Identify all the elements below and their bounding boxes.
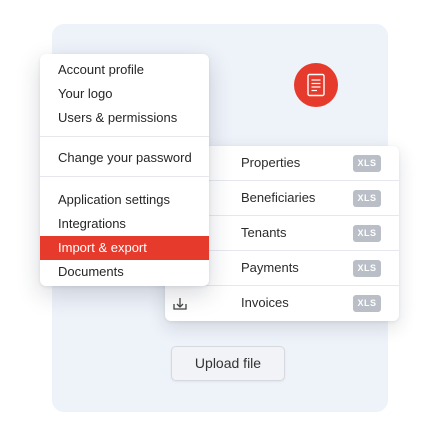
import-row-label: Beneficiaries — [241, 190, 316, 205]
menu-item-integrations[interactable]: Integrations — [40, 212, 209, 236]
import-row-label: Invoices — [241, 295, 289, 310]
import-row-label: Properties — [241, 155, 301, 170]
menu-item-change-password[interactable]: Change your password — [40, 146, 209, 170]
upload-file-button[interactable]: Upload file — [171, 346, 285, 381]
menu-divider — [40, 176, 209, 177]
xls-badge[interactable]: XLS — [353, 190, 381, 207]
xls-badge[interactable]: XLS — [353, 225, 381, 242]
xls-badge[interactable]: XLS — [353, 155, 381, 172]
import-row-label: Payments — [241, 260, 299, 275]
xls-badge[interactable]: XLS — [353, 260, 381, 277]
menu-item-documents[interactable]: Documents — [40, 260, 209, 284]
import-row-label: Tenants — [241, 225, 287, 240]
menu-item-users-permissions[interactable]: Users & permissions — [40, 106, 209, 130]
settings-dropdown-menu: Account profile Your logo Users & permis… — [40, 54, 209, 286]
import-row-invoices[interactable]: Invoices XLS — [165, 286, 399, 321]
menu-item-application-settings[interactable]: Application settings — [40, 188, 209, 212]
upload-tray-icon[interactable] — [172, 295, 188, 311]
document-icon — [294, 63, 338, 107]
stage: Properties XLS Beneficiaries XLS Tenants… — [0, 0, 440, 440]
menu-item-account-profile[interactable]: Account profile — [40, 58, 209, 82]
xls-badge[interactable]: XLS — [353, 295, 381, 312]
menu-item-your-logo[interactable]: Your logo — [40, 82, 209, 106]
menu-divider — [40, 136, 209, 137]
menu-item-import-export[interactable]: Import & export — [40, 236, 209, 260]
document-icon-glyph — [307, 73, 325, 97]
